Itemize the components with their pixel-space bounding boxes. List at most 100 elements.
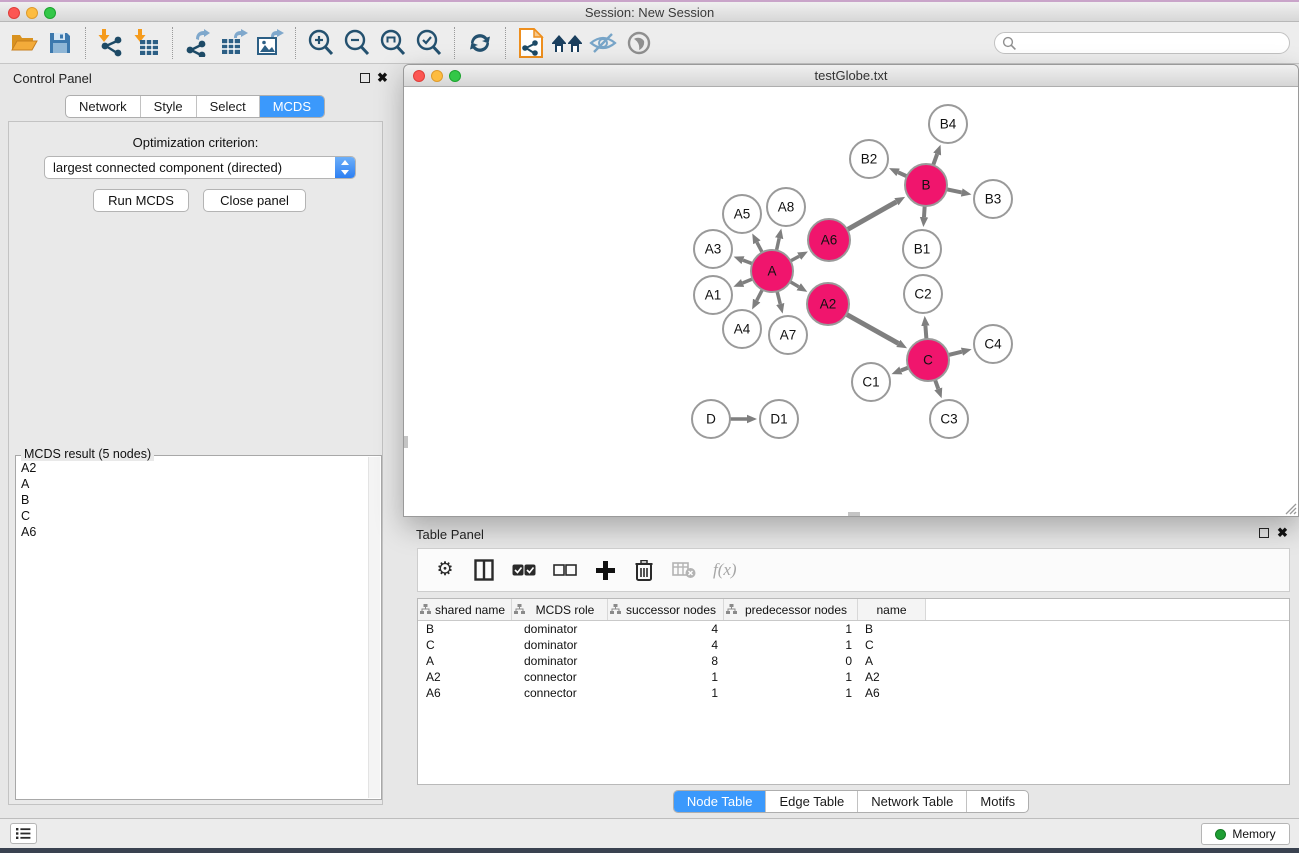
table-cell[interactable]: dominator	[512, 654, 608, 668]
graph-node-C2[interactable]: C2	[904, 275, 942, 313]
select-all-rows-icon[interactable]	[512, 558, 536, 582]
tab-mcds[interactable]: MCDS	[260, 96, 324, 117]
mcds-result-list[interactable]: A2ABCA6	[18, 460, 367, 797]
float-table-panel-icon[interactable]	[1259, 528, 1269, 538]
table-cell[interactable]: dominator	[512, 638, 608, 652]
table-cell[interactable]: A6	[858, 686, 926, 700]
close-panel-icon[interactable]: ✖	[377, 70, 388, 86]
graph-node-A5[interactable]: A5	[723, 195, 761, 233]
tab-motifs[interactable]: Motifs	[967, 791, 1028, 812]
table-cell[interactable]: 1	[724, 638, 858, 652]
graph-node-A8[interactable]: A8	[767, 188, 805, 226]
show-all-icon[interactable]	[621, 27, 657, 59]
float-panel-icon[interactable]	[360, 73, 370, 83]
graph-node-D1[interactable]: D1	[760, 400, 798, 438]
table-row[interactable]: Bdominator41B	[418, 621, 1289, 637]
function-builder-icon[interactable]: f(x)	[713, 558, 737, 582]
network-canvas[interactable]: AA1A2A3A4A5A6A7A8BB1B2B3B4CC1C2C3C4DD1	[404, 88, 1298, 516]
search-input[interactable]	[1017, 36, 1289, 50]
table-cell[interactable]: A6	[418, 686, 512, 700]
table-cell[interactable]: connector	[512, 670, 608, 684]
open-session-icon[interactable]	[6, 27, 42, 59]
refresh-view-icon[interactable]	[462, 27, 498, 59]
add-column-icon[interactable]	[594, 558, 616, 582]
table-cell[interactable]: C	[418, 638, 512, 652]
graph-node-A6[interactable]: A6	[808, 219, 850, 261]
deselect-all-rows-icon[interactable]	[553, 558, 577, 582]
tab-edge-table[interactable]: Edge Table	[766, 791, 858, 812]
export-table-icon[interactable]	[216, 27, 252, 59]
table-cell[interactable]: B	[418, 622, 512, 636]
graph-node-B4[interactable]: B4	[929, 105, 967, 143]
tab-select[interactable]: Select	[197, 96, 260, 117]
resize-grip-icon[interactable]	[1283, 501, 1297, 515]
save-session-icon[interactable]	[42, 27, 78, 59]
table-cell[interactable]: A2	[418, 670, 512, 684]
table-row[interactable]: Adominator80A	[418, 653, 1289, 669]
graph-node-B3[interactable]: B3	[974, 180, 1012, 218]
table-row[interactable]: Cdominator41C	[418, 637, 1289, 653]
table-cell[interactable]: A	[858, 654, 926, 668]
table-row[interactable]: A6connector11A6	[418, 685, 1289, 701]
graph-node-A7[interactable]: A7	[769, 316, 807, 354]
first-neighbors-icon[interactable]	[549, 27, 585, 59]
memory-button[interactable]: Memory	[1201, 823, 1290, 845]
column-header-predecessor-nodes[interactable]: predecessor nodes	[724, 599, 858, 620]
close-table-panel-icon[interactable]: ✖	[1277, 525, 1288, 541]
result-list-scrollbar[interactable]	[368, 457, 380, 798]
graph-node-B2[interactable]: B2	[850, 140, 888, 178]
table-cell[interactable]: 1	[608, 686, 724, 700]
import-table-from-file-icon[interactable]	[129, 27, 165, 59]
graph-node-D[interactable]: D	[692, 400, 730, 438]
mcds-result-item[interactable]: A6	[18, 524, 367, 540]
zoom-in-icon[interactable]	[303, 27, 339, 59]
table-cell[interactable]: 1	[724, 622, 858, 636]
criterion-select[interactable]: largest connected component (directed)	[44, 156, 356, 179]
zoom-selected-icon[interactable]	[411, 27, 447, 59]
tab-network[interactable]: Network	[66, 96, 141, 117]
graph-node-B[interactable]: B	[905, 164, 947, 206]
table-cell[interactable]: connector	[512, 686, 608, 700]
export-network-icon[interactable]	[180, 27, 216, 59]
export-image-icon[interactable]	[252, 27, 288, 59]
table-cell[interactable]: A	[418, 654, 512, 668]
table-cell[interactable]: 1	[724, 670, 858, 684]
tab-node-table[interactable]: Node Table	[674, 791, 767, 812]
table-cell[interactable]: 4	[608, 638, 724, 652]
column-header-mcds-role[interactable]: MCDS role	[512, 599, 608, 620]
table-cell[interactable]: dominator	[512, 622, 608, 636]
table-row[interactable]: A2connector11A2	[418, 669, 1289, 685]
column-settings-icon[interactable]: ⚙	[434, 558, 456, 582]
graph-node-A2[interactable]: A2	[807, 283, 849, 325]
table-cell[interactable]: 4	[608, 622, 724, 636]
graph-node-C1[interactable]: C1	[852, 363, 890, 401]
mcds-result-item[interactable]: B	[18, 492, 367, 508]
mcds-result-item[interactable]: A	[18, 476, 367, 492]
table-cell[interactable]: C	[858, 638, 926, 652]
table-cell[interactable]: A2	[858, 670, 926, 684]
tab-style[interactable]: Style	[141, 96, 197, 117]
apply-preferred-layout-icon[interactable]	[513, 27, 549, 59]
column-header-name[interactable]: name	[858, 599, 926, 620]
table-cell[interactable]: 1	[608, 670, 724, 684]
column-header-successor-nodes[interactable]: successor nodes	[608, 599, 724, 620]
graph-node-A1[interactable]: A1	[694, 276, 732, 314]
run-mcds-button[interactable]: Run MCDS	[93, 189, 189, 212]
graph-node-B1[interactable]: B1	[903, 230, 941, 268]
delete-columns-icon[interactable]	[633, 558, 655, 582]
table-cell[interactable]: 1	[724, 686, 858, 700]
table-cell[interactable]: 8	[608, 654, 724, 668]
column-header-shared-name[interactable]: shared name	[418, 599, 512, 620]
canvas-horizontal-scroll-thumb[interactable]	[848, 512, 860, 516]
network-window-titlebar[interactable]: testGlobe.txt	[404, 65, 1298, 87]
table-cell[interactable]: B	[858, 622, 926, 636]
hide-selected-icon[interactable]	[585, 27, 621, 59]
graph-node-A3[interactable]: A3	[694, 230, 732, 268]
zoom-fit-content-icon[interactable]	[375, 27, 411, 59]
graph-node-C3[interactable]: C3	[930, 400, 968, 438]
table-cell[interactable]: 0	[724, 654, 858, 668]
task-history-button[interactable]	[10, 823, 37, 844]
import-network-from-file-icon[interactable]	[93, 27, 129, 59]
graph-node-A4[interactable]: A4	[723, 310, 761, 348]
close-panel-button[interactable]: Close panel	[203, 189, 306, 212]
